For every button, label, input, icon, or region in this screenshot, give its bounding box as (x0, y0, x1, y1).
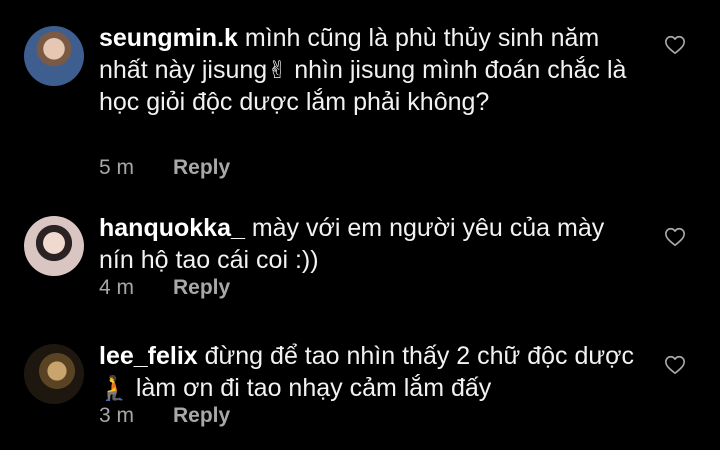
comment-meta: 3 m Reply (99, 404, 230, 428)
comment-meta: 5 m Reply (99, 156, 230, 180)
comment-time: 5 m (99, 156, 135, 179)
comment-time: 4 m (99, 276, 135, 299)
avatar[interactable] (24, 216, 84, 276)
reply-button[interactable]: Reply (173, 156, 230, 179)
heart-outline-icon[interactable] (664, 354, 686, 376)
comment-body: lee_felix đừng để tao nhìn thấy 2 chữ độ… (99, 340, 639, 404)
person-kneeling-emoji: 🧎 (99, 374, 129, 402)
avatar[interactable] (24, 344, 84, 404)
comment-username[interactable]: lee_felix (99, 342, 198, 370)
comment-text-continued: làm ơn đi tao nhạy cảm lắm đấy (128, 374, 492, 402)
comment-time: 3 m (99, 404, 135, 427)
reply-button[interactable]: Reply (173, 404, 230, 427)
victory-hand-emoji: ✌ (267, 56, 288, 84)
comment-body: seungmin.k mình cũng là phù thủy sinh nă… (99, 22, 639, 118)
comment-meta: 4 m Reply (99, 276, 230, 300)
comment-body: hanquokka_ mày với em người yêu của mày … (99, 212, 639, 276)
comment-text: đừng để tao nhìn thấy 2 chữ độc dược (204, 342, 635, 370)
avatar[interactable] (24, 26, 84, 86)
heart-outline-icon[interactable] (664, 226, 686, 248)
heart-outline-icon[interactable] (664, 34, 686, 56)
comment-username[interactable]: seungmin.k (99, 24, 238, 52)
reply-button[interactable]: Reply (173, 276, 230, 299)
comment-username[interactable]: hanquokka_ (99, 214, 245, 242)
